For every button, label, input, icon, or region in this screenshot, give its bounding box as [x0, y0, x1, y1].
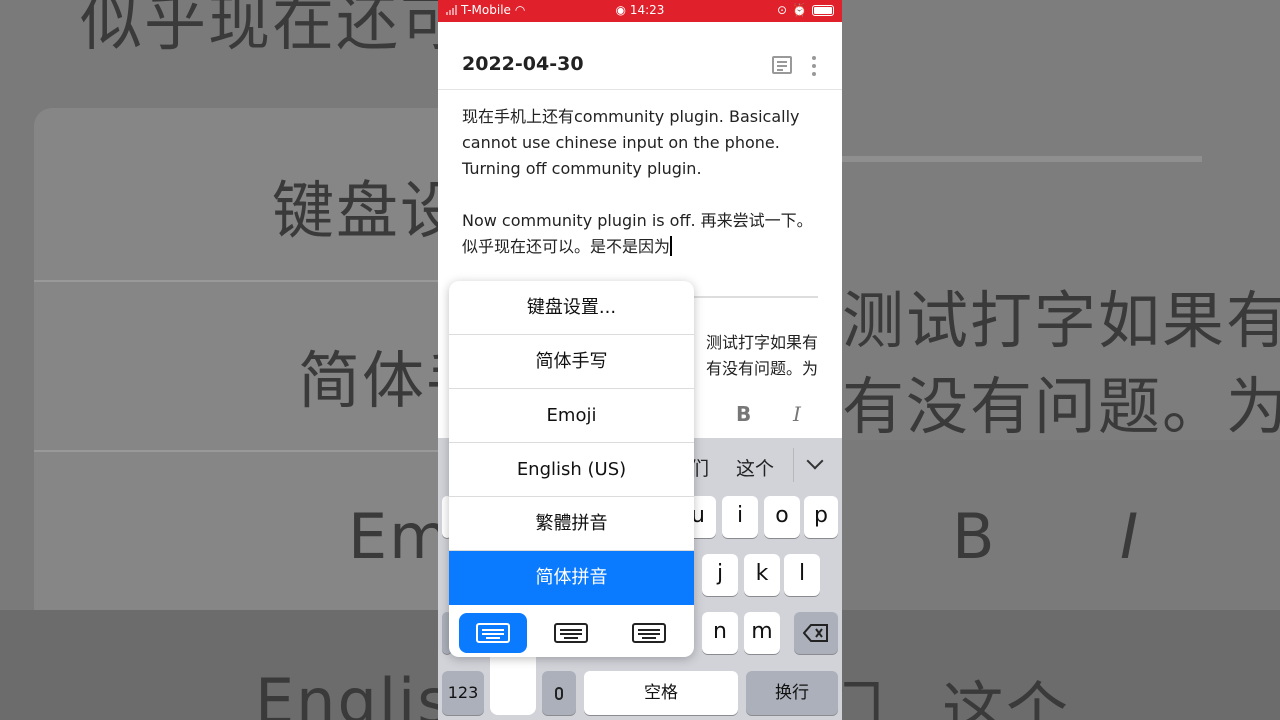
- menu-item-emoji[interactable]: Emoji: [449, 389, 694, 443]
- space-key[interactable]: 空格: [584, 671, 738, 715]
- menu-item-english-us[interactable]: English (US): [449, 443, 694, 497]
- status-right-group: ⊙ ⏰: [777, 3, 834, 17]
- menu-item-traditional-pinyin[interactable]: 繁體拼音: [449, 497, 694, 551]
- key-n[interactable]: n: [702, 612, 738, 654]
- status-time: 14:23: [629, 3, 665, 17]
- bg-text-settings: 键盘设: [272, 174, 438, 247]
- bold-button[interactable]: B: [736, 402, 751, 426]
- orientation-lock-icon: ⊙: [776, 3, 788, 17]
- bg-text-emoji: Em: [348, 500, 438, 573]
- bg-text-right-c1: 门: [842, 674, 887, 720]
- right-handed-keyboard-button[interactable]: [615, 613, 683, 653]
- keyboard-icon: [554, 623, 588, 643]
- bg-rule: [842, 156, 1202, 162]
- key-p[interactable]: p: [804, 496, 838, 538]
- return-key[interactable]: 换行: [746, 671, 838, 715]
- dictation-key[interactable]: [542, 671, 576, 715]
- candidate-2[interactable]: 这个: [736, 454, 774, 481]
- key-j[interactable]: j: [702, 554, 738, 596]
- bg-text-right-italic: I: [1120, 500, 1141, 573]
- numbers-key[interactable]: 123: [442, 671, 484, 715]
- screen-record-icon: ◉: [615, 3, 627, 17]
- note-paragraph-2: Now community plugin is off. 再来尝试一下。似乎现在…: [462, 211, 813, 256]
- note-header: 2022-04-30: [438, 22, 842, 90]
- globe-key-highlight[interactable]: [490, 657, 536, 715]
- italic-button[interactable]: I: [793, 402, 801, 426]
- bg-divider-2: [34, 450, 438, 452]
- left-handed-keyboard-button[interactable]: [459, 613, 527, 653]
- keyboard-right-icon: [632, 623, 666, 643]
- phone-screen: T-Mobile ◠ ◉ 14:23 ⊙ ⏰ 2022-04-30 现在手机上还…: [438, 0, 842, 720]
- full-keyboard-button[interactable]: [537, 613, 605, 653]
- key-k[interactable]: k: [744, 554, 780, 596]
- bg-text-right-2: 有没有问题。为: [842, 370, 1280, 443]
- text-cursor: [670, 236, 673, 256]
- reading-mode-icon[interactable]: [772, 56, 792, 74]
- key-l[interactable]: l: [784, 554, 820, 596]
- note-editor[interactable]: 现在手机上还有community plugin. Basically canno…: [462, 104, 822, 260]
- microphone-icon: [555, 687, 563, 700]
- note-paragraph-1: 现在手机上还有community plugin. Basically canno…: [462, 107, 805, 178]
- bg-text-handwriting: 简体手: [298, 344, 438, 417]
- more-options-icon[interactable]: [810, 56, 818, 76]
- alarm-icon: ⏰: [792, 3, 807, 17]
- key-o[interactable]: o: [764, 496, 800, 538]
- backspace-key[interactable]: [794, 612, 838, 654]
- keyboard-left-icon: [476, 623, 510, 643]
- bg-text-right-c2: 这个: [942, 674, 1071, 720]
- key-m[interactable]: m: [744, 612, 780, 654]
- candidate-separator: [793, 448, 794, 482]
- menu-item-simplified-pinyin[interactable]: 简体拼音: [449, 551, 694, 605]
- note-paragraph-2-wrap: Now community plugin is off. 再来尝试一下。似乎现在…: [462, 208, 822, 260]
- battery-icon: [812, 4, 834, 16]
- bg-text-right-1: 测试打字如果有: [842, 284, 1280, 357]
- bg-text-right-bold: B: [952, 500, 997, 573]
- backspace-icon: [802, 624, 828, 642]
- keyboard-switcher-menu: 键盘设置... 简体手写 Emoji English (US) 繁體拼音 简体拼…: [449, 281, 694, 657]
- chevron-down-icon[interactable]: [806, 452, 824, 470]
- bg-text-top: 似乎现在还可以: [80, 0, 438, 59]
- background-right-zoom: 测试打字如果有 有没有问题。为 B I 门 这个: [842, 0, 1280, 720]
- note-title[interactable]: 2022-04-30: [462, 53, 584, 75]
- keyboard-layout-options: [449, 605, 694, 657]
- menu-item-simplified-handwriting[interactable]: 简体手写: [449, 335, 694, 389]
- menu-item-keyboard-settings[interactable]: 键盘设置...: [449, 281, 694, 335]
- background-left-zoom: 似乎现在还可以 键盘设 简体手 Em English: [0, 0, 438, 720]
- status-bar: T-Mobile ◠ ◉ 14:23 ⊙ ⏰: [438, 0, 842, 22]
- key-i[interactable]: i: [722, 496, 758, 538]
- bg-text-english: English: [255, 665, 438, 720]
- bg-divider-1: [34, 280, 438, 282]
